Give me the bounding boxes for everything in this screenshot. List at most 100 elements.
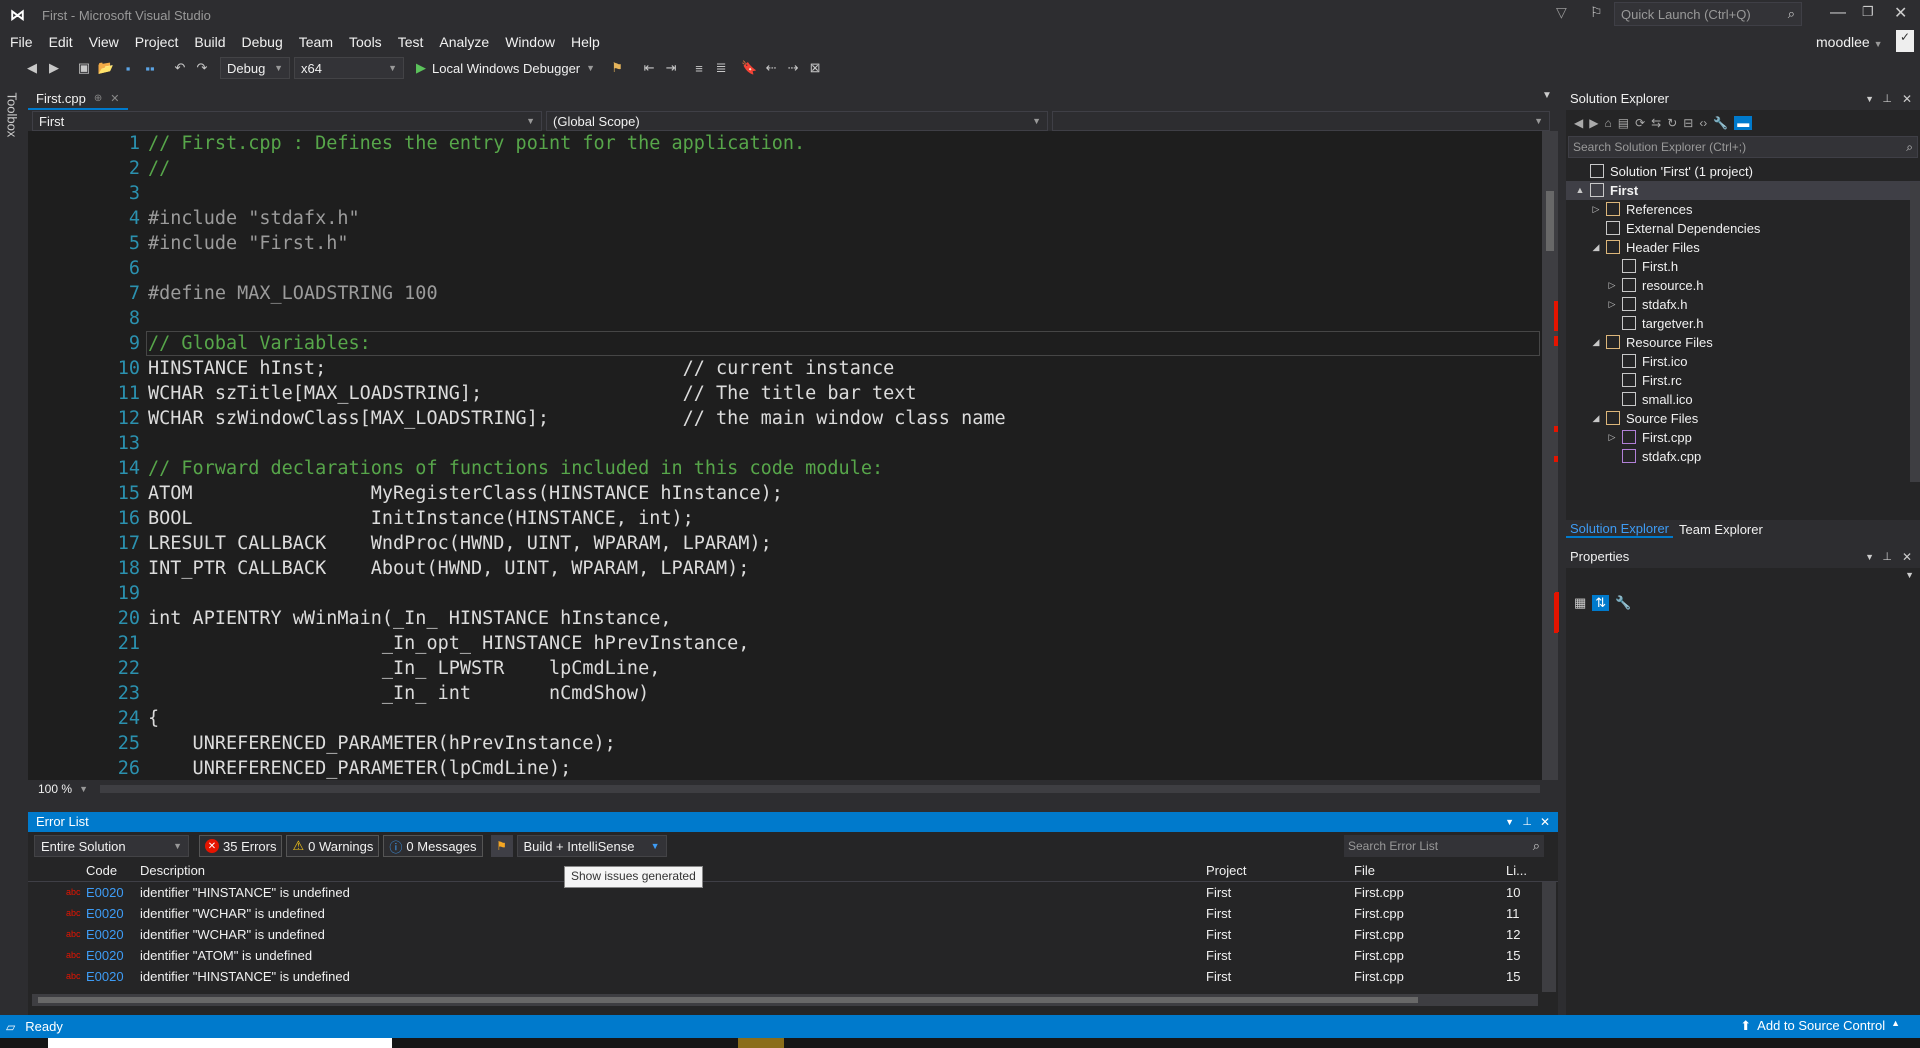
error-hscrollbar[interactable]	[32, 994, 1538, 1006]
menu-team[interactable]: Team	[291, 31, 341, 53]
code-line[interactable]: 2 //	[28, 156, 1528, 181]
error-vscrollbar[interactable]	[1542, 882, 1556, 992]
menu-edit[interactable]: Edit	[41, 31, 81, 53]
menu-view[interactable]: View	[81, 31, 127, 53]
view-code-icon[interactable]: ‹›	[1699, 116, 1707, 130]
errors-filter-button[interactable]: ✕ 35 Errors	[199, 835, 283, 857]
panel-menu-icon[interactable]: ▼	[1505, 812, 1514, 832]
expander-icon[interactable]: ▷	[1606, 428, 1618, 447]
expander-icon[interactable]: ▲	[1574, 181, 1586, 200]
pin-icon[interactable]: ⊕	[94, 93, 102, 104]
properties-icon[interactable]: 🔧	[1713, 116, 1728, 130]
col-line[interactable]: Li...	[1506, 863, 1527, 878]
tree-item[interactable]: First.ico	[1566, 352, 1920, 371]
col-file[interactable]: File	[1354, 863, 1375, 878]
tab-close-icon[interactable]: ✕	[110, 92, 119, 105]
prev-bookmark-icon[interactable]: ⇠	[761, 58, 781, 78]
close-button[interactable]: ✕	[1894, 3, 1907, 23]
scroll-thumb[interactable]	[38, 997, 1418, 1003]
editor-vertical-scrollbar[interactable]	[1542, 131, 1558, 780]
redo-icon[interactable]: ↷	[192, 58, 212, 78]
save-all-icon[interactable]: ▪▪	[140, 58, 160, 78]
zoom-dropdown[interactable]: 100 % ▼	[32, 780, 94, 797]
member-dropdown[interactable]: ▼	[1052, 111, 1550, 131]
clear-bookmarks-icon[interactable]: ⊠	[805, 58, 825, 78]
code-line[interactable]: 11 WCHAR szTitle[MAX_LOADSTRING]; // The …	[28, 381, 1528, 406]
minimize-button[interactable]: —	[1830, 4, 1846, 22]
config-dropdown[interactable]: Debug ▼	[220, 57, 290, 79]
code-line[interactable]: 23 _In_ int nCmdShow)	[28, 681, 1528, 706]
error-row[interactable]: abc E0020 identifier "HINSTANCE" is undefi…	[28, 882, 1542, 903]
forward-icon[interactable]: ▶	[44, 58, 64, 78]
bookmark-icon[interactable]: 🔖	[739, 58, 759, 78]
undo-icon[interactable]: ↶	[170, 58, 190, 78]
filter-icon[interactable]: ▽	[1556, 4, 1567, 21]
error-row[interactable]: abc E0020 identifier "HINSTANCE" is undefi…	[28, 966, 1542, 987]
menu-project[interactable]: Project	[127, 31, 187, 53]
save-icon[interactable]: ▪	[118, 58, 138, 78]
code-line[interactable]: 12 WCHAR szWindowClass[MAX_LOADSTRING]; /…	[28, 406, 1528, 431]
code-line[interactable]: 14 // Forward declarations of functions i…	[28, 456, 1528, 481]
horizontal-scrollbar[interactable]	[100, 785, 1540, 793]
tree-item[interactable]: ◢ Source Files	[1566, 409, 1920, 428]
start-debugger-button[interactable]: ▶ Local Windows Debugger ▼	[416, 60, 595, 76]
code-editor[interactable]: 1 // First.cpp : Defines the entry point …	[28, 131, 1542, 780]
tree-item[interactable]: Solution 'First' (1 project)	[1566, 162, 1920, 181]
panel-close-icon[interactable]: ✕	[1902, 88, 1912, 110]
code-line[interactable]: 10 HINSTANCE hInst; // current instance	[28, 356, 1528, 381]
error-code[interactable]: E0020	[86, 882, 124, 903]
code-line[interactable]: 3	[28, 181, 1528, 206]
back-icon[interactable]: ◀	[22, 58, 42, 78]
scroll-thumb[interactable]	[1546, 191, 1554, 251]
tree-item[interactable]: ▷ First.cpp	[1566, 428, 1920, 447]
restore-button[interactable]: ❐	[1862, 4, 1874, 20]
tab-first-cpp[interactable]: First.cpp ⊕ ✕	[28, 88, 128, 110]
code-line[interactable]: 7 #define MAX_LOADSTRING 100	[28, 281, 1528, 306]
code-line[interactable]: 16 BOOL InitInstance(HINSTANCE, int);	[28, 506, 1528, 531]
code-line[interactable]: 13	[28, 431, 1528, 456]
tree-item[interactable]: targetver.h	[1566, 314, 1920, 333]
error-code[interactable]: E0020	[86, 966, 124, 987]
error-row[interactable]: abc E0020 identifier "WCHAR" is undefined F…	[28, 924, 1542, 945]
tab-team-explorer[interactable]: Team Explorer	[1673, 522, 1769, 537]
source-control-button[interactable]: ⬆ Add to Source Control ▲	[1740, 1018, 1900, 1034]
next-bookmark-icon[interactable]: ⇢	[783, 58, 803, 78]
code-line[interactable]: 1 // First.cpp : Defines the entry point …	[28, 131, 1528, 156]
pin-icon[interactable]: ⊥	[1522, 812, 1532, 832]
code-line[interactable]: 6	[28, 256, 1528, 281]
code-line[interactable]: 17 LRESULT CALLBACK WndProc(HWND, UINT, W…	[28, 531, 1528, 556]
code-line[interactable]: 21 _In_opt_ HINSTANCE hPrevInstance,	[28, 631, 1528, 656]
col-code[interactable]: Code	[86, 863, 117, 878]
menu-window[interactable]: Window	[497, 31, 563, 53]
panel-close-icon[interactable]: ✕	[1540, 812, 1550, 832]
error-code[interactable]: E0020	[86, 903, 124, 924]
platform-dropdown[interactable]: x64 ▼	[294, 57, 404, 79]
warnings-filter-button[interactable]: ⚠ 0 Warnings	[286, 835, 380, 857]
expander-icon[interactable]: ▷	[1606, 295, 1618, 314]
expander-icon[interactable]: ◢	[1590, 333, 1602, 352]
tree-item[interactable]: First.h	[1566, 257, 1920, 276]
col-description[interactable]: Description	[140, 863, 205, 878]
menu-tools[interactable]: Tools	[341, 31, 390, 53]
categorized-icon[interactable]: ▦	[1574, 595, 1586, 611]
expander-icon[interactable]: ▷	[1590, 200, 1602, 219]
comment-icon[interactable]: ≡	[689, 58, 709, 78]
project-dropdown[interactable]: First ▼	[32, 111, 542, 131]
code-line[interactable]: 25 UNREFERENCED_PARAMETER(hPrevInstance)…	[28, 731, 1528, 756]
quick-launch[interactable]: Quick Launch (Ctrl+Q) ⌕	[1614, 2, 1802, 26]
alphabetical-icon[interactable]: ⇅	[1592, 595, 1610, 611]
panel-close-icon[interactable]: ✕	[1902, 546, 1912, 568]
tree-item[interactable]: ▷ stdafx.h	[1566, 295, 1920, 314]
build-intellisense-dropdown[interactable]: Build + IntelliSense ▼	[516, 835, 667, 857]
uncomment-icon[interactable]: ≣	[711, 58, 731, 78]
code-line[interactable]: 5 #include "First.h"	[28, 231, 1528, 256]
user-name[interactable]: moodlee ▼	[1816, 34, 1883, 50]
code-line[interactable]: 26 UNREFERENCED_PARAMETER(lpCmdLine);	[28, 756, 1528, 780]
menu-help[interactable]: Help	[563, 31, 608, 53]
solution-search[interactable]: Search Solution Explorer (Ctrl+;) ⌕	[1568, 136, 1918, 158]
preview-icon[interactable]: ▬	[1734, 116, 1753, 130]
code-line[interactable]: 22 _In_ LPWSTR lpCmdLine,	[28, 656, 1528, 681]
code-line[interactable]: 18 INT_PTR CALLBACK About(HWND, UINT, WPA…	[28, 556, 1528, 581]
collapse-all-icon[interactable]: ⊟	[1683, 116, 1693, 130]
tree-item[interactable]: ▲ First	[1566, 181, 1920, 200]
